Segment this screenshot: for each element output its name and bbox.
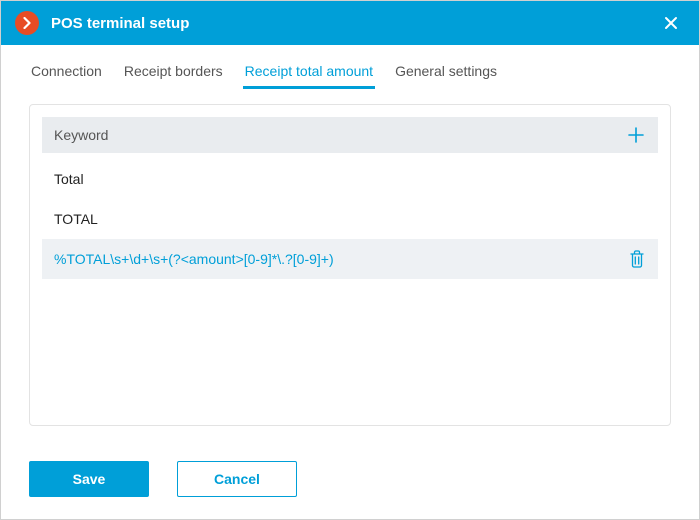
titlebar: POS terminal setup (1, 1, 699, 45)
add-keyword-button[interactable] (624, 123, 648, 147)
dialog: POS terminal setup Connection Receipt bo… (0, 0, 700, 520)
keyword-list: Total TOTAL %TOTAL (42, 153, 658, 279)
keyword-text: %TOTAL\s+\d+\s+(?<amount>[0-9]*\.?[0-9]+… (54, 251, 626, 267)
content-area: Keyword Total TOTAL (1, 90, 699, 443)
tab-label: Receipt total amount (245, 63, 373, 79)
tab-label: Receipt borders (124, 63, 223, 79)
tab-label: Connection (31, 63, 102, 79)
chevron-right-icon (21, 17, 33, 29)
tab-general-settings[interactable]: General settings (393, 57, 499, 89)
keyword-row[interactable]: Total (42, 159, 658, 199)
dialog-title: POS terminal setup (51, 15, 657, 32)
tab-receipt-borders[interactable]: Receipt borders (122, 57, 225, 89)
keyword-panel: Keyword Total TOTAL (29, 104, 671, 426)
footer: Save Cancel (1, 443, 699, 519)
keyword-text: TOTAL (54, 211, 648, 227)
button-label: Cancel (214, 471, 260, 487)
plus-icon (627, 126, 645, 144)
cancel-button[interactable]: Cancel (177, 461, 297, 497)
button-label: Save (73, 471, 106, 487)
keyword-text: Total (54, 171, 648, 187)
tab-receipt-total-amount[interactable]: Receipt total amount (243, 57, 375, 89)
tab-label: General settings (395, 63, 497, 79)
keyword-header-label: Keyword (54, 127, 108, 143)
close-icon (664, 16, 678, 30)
tab-connection[interactable]: Connection (29, 57, 104, 89)
delete-keyword-button[interactable] (626, 248, 648, 270)
save-button[interactable]: Save (29, 461, 149, 497)
trash-icon (629, 250, 645, 268)
keyword-row[interactable]: %TOTAL\s+\d+\s+(?<amount>[0-9]*\.?[0-9]+… (42, 239, 658, 279)
keyword-header: Keyword (42, 117, 658, 153)
keyword-row[interactable]: TOTAL (42, 199, 658, 239)
app-logo (15, 11, 39, 35)
close-button[interactable] (657, 9, 685, 37)
tab-bar: Connection Receipt borders Receipt total… (1, 45, 699, 90)
